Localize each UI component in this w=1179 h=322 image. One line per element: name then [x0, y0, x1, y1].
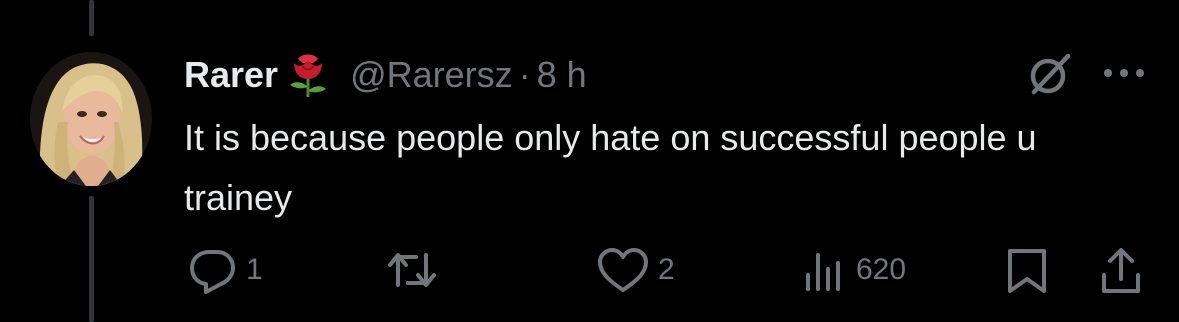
share-button[interactable] [1098, 243, 1144, 297]
heart-icon [598, 248, 648, 292]
bookmark-icon [1008, 249, 1046, 293]
repost-icon [388, 253, 436, 287]
share-icon [1102, 248, 1140, 293]
separator-dot: · [518, 54, 531, 95]
rose-emoji-icon [284, 51, 332, 99]
action-bar: 1 2 620 [0, 243, 1179, 297]
views-count: 620 [856, 253, 907, 286]
views-icon [806, 253, 840, 291]
user-handle[interactable]: @Rarersz [350, 54, 513, 96]
reply-button[interactable]: 1 [188, 243, 263, 297]
repost-button[interactable] [386, 243, 446, 297]
tweet-text: It is because people only hate on succes… [184, 117, 1037, 218]
avatar[interactable] [30, 52, 152, 186]
bookmark-button[interactable] [1004, 243, 1050, 297]
reply-icon [190, 250, 235, 294]
thread-line-top [89, 0, 94, 36]
display-name[interactable]: Rarer [184, 54, 278, 96]
grok-icon[interactable] [1024, 50, 1074, 100]
reply-count: 1 [246, 253, 263, 286]
views-button[interactable]: 620 [802, 243, 906, 297]
like-button[interactable]: 2 [596, 243, 675, 297]
timestamp[interactable]: 8 h [537, 54, 587, 96]
like-count: 2 [658, 253, 675, 286]
tweet-header: Rarer @Rarersz · 8 h [184, 52, 587, 98]
more-icon[interactable] [1101, 60, 1147, 86]
avatar-image [30, 52, 152, 186]
